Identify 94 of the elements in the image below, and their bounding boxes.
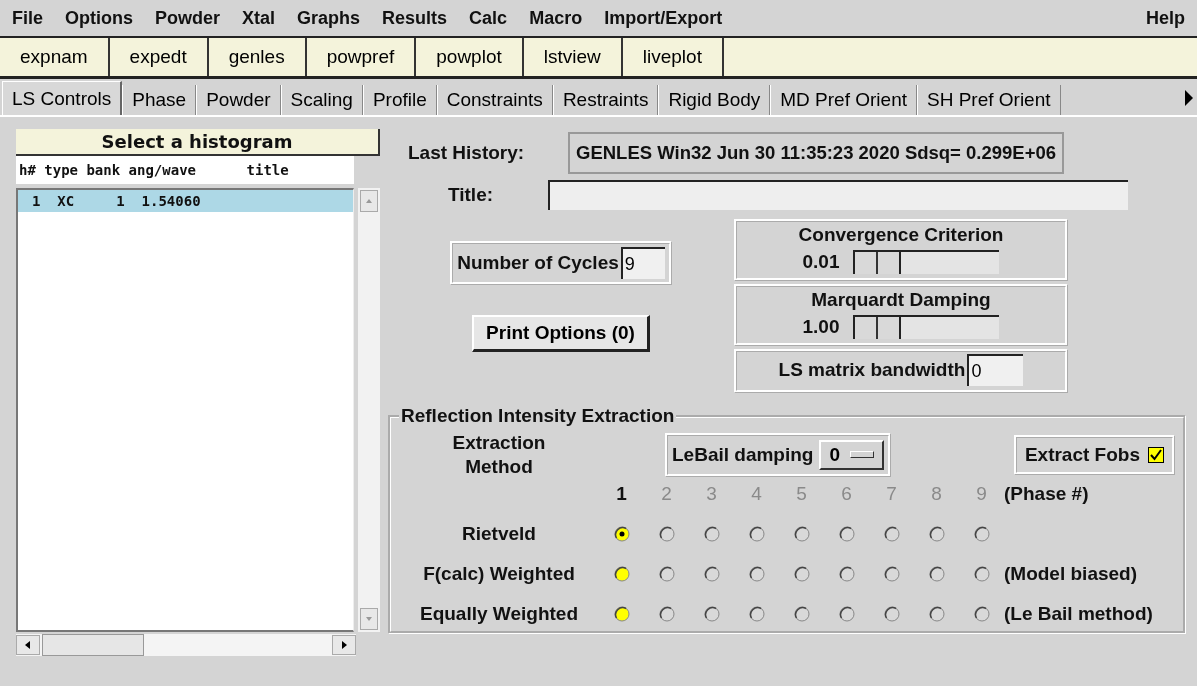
tab[interactable]: Profile <box>362 85 437 115</box>
group-title: Convergence Criterion <box>798 224 1004 246</box>
checkbox-label: Extract Fobs <box>1024 443 1140 466</box>
phase-number: 2 <box>660 482 673 505</box>
menu-item[interactable]: Options <box>65 7 133 29</box>
radio-button[interactable] <box>613 605 630 622</box>
lebail-damping-control[interactable]: LeBail damping 0 <box>665 432 892 477</box>
panel-title: Reflection Intensity Extraction <box>400 405 676 427</box>
method-label: Rietveld <box>461 522 537 545</box>
radio-button[interactable] <box>658 605 675 622</box>
field-label: Number of Cycles <box>457 252 619 274</box>
scroll-thumb[interactable] <box>42 634 144 656</box>
radio-button[interactable] <box>838 565 855 582</box>
histogram-row[interactable]: 1 XC 1 1.54060 <box>18 190 353 212</box>
row-note: (Model biased) <box>1004 562 1138 585</box>
menu-item[interactable]: Import/Export <box>604 7 723 29</box>
phase-number: 9 <box>975 482 988 505</box>
print-options-button[interactable]: Print Options (0) <box>472 315 650 352</box>
radio-button[interactable] <box>703 605 720 622</box>
tab[interactable]: Phase <box>122 85 197 115</box>
radio-button[interactable] <box>793 525 810 542</box>
radio-button[interactable] <box>613 525 630 542</box>
phase-number: 3 <box>705 482 718 505</box>
dropdown-button[interactable]: 0 <box>819 439 885 470</box>
radio-button[interactable] <box>658 525 675 542</box>
method-label: F(calc) Weighted <box>422 562 576 585</box>
radio-button[interactable] <box>748 525 765 542</box>
tab[interactable]: Rigid Body <box>658 85 771 115</box>
menu-item[interactable]: Calc <box>469 7 508 29</box>
scroll-left-icon[interactable] <box>16 635 40 655</box>
history-value: GENLES Win32 Jun 30 11:35:23 2020 Sdsq= 0.299E+06 <box>568 132 1065 174</box>
phase-number: 7 <box>885 482 898 505</box>
tab[interactable]: SH Pref Orient <box>917 85 1061 115</box>
radio-button[interactable] <box>973 525 990 542</box>
radio-button[interactable] <box>658 565 675 582</box>
menu-item[interactable]: Help <box>1146 7 1185 29</box>
phase-number: 8 <box>930 482 943 505</box>
menu-item[interactable]: Graphs <box>297 7 361 29</box>
scroll-right-icon[interactable] <box>332 635 356 655</box>
checkbox[interactable] <box>1148 446 1164 463</box>
right-arrow-icon[interactable] <box>1183 87 1195 109</box>
horizontal-scrollbar[interactable] <box>16 634 356 656</box>
radio-button[interactable] <box>793 605 810 622</box>
histogram-header: Select a histogram <box>16 129 380 156</box>
slider-track[interactable] <box>853 315 1000 339</box>
slider-thumb[interactable] <box>855 252 902 274</box>
radio-button[interactable] <box>883 525 900 542</box>
slider-reading: 1.00 <box>802 316 840 338</box>
row-note: (Le Bail method) <box>1004 602 1154 625</box>
menu-item[interactable]: Xtal <box>242 7 276 29</box>
radio-button[interactable] <box>838 605 855 622</box>
radio-button[interactable] <box>748 565 765 582</box>
radio-button[interactable] <box>928 525 945 542</box>
radio-button[interactable] <box>883 565 900 582</box>
column-note: (Phase #) <box>1004 482 1090 505</box>
phase-number: 6 <box>840 482 853 505</box>
radio-button[interactable] <box>748 605 765 622</box>
radio-button[interactable] <box>703 525 720 542</box>
field-label: Title: <box>447 184 495 206</box>
radio-button[interactable] <box>928 565 945 582</box>
field-label: Last History: <box>407 142 526 164</box>
group-title: Marquardt Damping <box>811 289 991 311</box>
cycles-input[interactable]: 9 <box>620 247 665 279</box>
tab[interactable]: Restraints <box>552 85 659 115</box>
field-label: LeBail damping <box>672 443 814 466</box>
radio-button[interactable] <box>613 565 630 582</box>
slider-thumb[interactable] <box>855 317 902 339</box>
radio-button[interactable] <box>973 605 990 622</box>
menu-item[interactable]: File <box>12 7 43 29</box>
bandwidth-input[interactable]: 0 <box>967 354 1024 386</box>
menu-item[interactable]: Macro <box>529 7 583 29</box>
radio-button[interactable] <box>928 605 945 622</box>
menu-item[interactable]: Powder <box>155 7 221 29</box>
radio-button[interactable] <box>703 565 720 582</box>
tab[interactable]: Constraints <box>436 85 553 115</box>
field-label: Extraction Method <box>451 431 547 479</box>
radio-button[interactable] <box>793 565 810 582</box>
radio-button[interactable] <box>838 525 855 542</box>
slider-track[interactable] <box>853 250 1000 274</box>
radio-button[interactable] <box>973 565 990 582</box>
menu-item[interactable]: Results <box>382 7 448 29</box>
phase-number: 5 <box>795 482 808 505</box>
tab[interactable]: Powder <box>196 85 281 115</box>
title-input[interactable] <box>548 180 1128 210</box>
tab[interactable]: Scaling <box>280 85 363 115</box>
phase-number: 4 <box>750 482 763 505</box>
tab[interactable]: MD Pref Orient <box>770 85 917 115</box>
field-label: LS matrix bandwidth <box>778 359 966 381</box>
method-label: Equally Weighted <box>419 602 579 625</box>
tab[interactable]: LS Controls <box>2 81 123 115</box>
column-headers: h# type bank ang/wave title <box>16 156 354 184</box>
radio-button[interactable] <box>883 605 900 622</box>
slider-reading: 0.01 <box>802 251 840 273</box>
phase-number: 1 <box>615 482 628 505</box>
